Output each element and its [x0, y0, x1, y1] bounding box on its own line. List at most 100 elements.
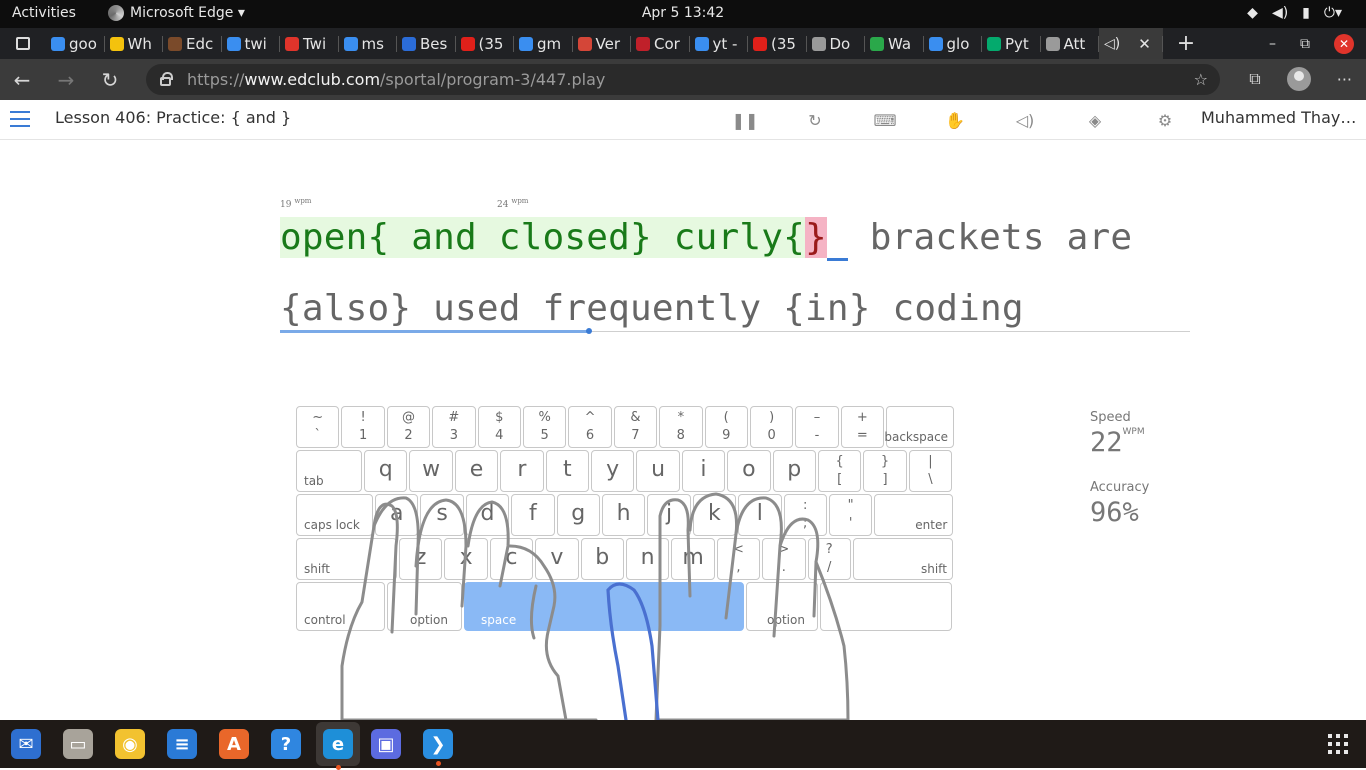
key[interactable]: x [444, 538, 488, 580]
forward-button[interactable]: → [44, 68, 88, 92]
key[interactable]: ? / [807, 538, 851, 580]
key[interactable]: y [590, 450, 635, 492]
hamburger-menu-icon[interactable] [10, 111, 30, 127]
lock-icon[interactable] [160, 72, 173, 86]
key[interactable]: ) 0 [749, 406, 794, 448]
key[interactable]: m [671, 538, 715, 580]
hand-icon[interactable]: ✋ [920, 106, 990, 134]
key[interactable]: * 8 [659, 406, 703, 448]
key[interactable]: {[ [817, 450, 862, 492]
key[interactable]: ~ ` [296, 406, 340, 448]
browser-tab[interactable]: Bes [397, 28, 456, 59]
browser-tab[interactable]: ms [339, 28, 398, 59]
browser-tab[interactable]: Pyt [982, 28, 1041, 59]
key[interactable]: s [420, 494, 464, 536]
profile-avatar[interactable] [1286, 67, 1311, 91]
refresh-button[interactable]: ↻ [88, 68, 132, 92]
browser-tab[interactable]: Ver [573, 28, 632, 59]
key[interactable]: ^ 6 [568, 406, 612, 448]
key[interactable]: o [727, 450, 771, 492]
key[interactable]: v [535, 538, 579, 580]
browser-tab[interactable]: yt - [690, 28, 749, 59]
browser-tab[interactable]: (35 [748, 28, 807, 59]
new-tab-button[interactable]: + [1163, 28, 1209, 59]
edge-icon[interactable]: e [316, 722, 360, 770]
writer-icon[interactable]: ≡ [164, 726, 200, 762]
browser-tab[interactable]: goo [46, 28, 105, 59]
key[interactable]: }] [863, 450, 907, 492]
key[interactable]: z [399, 538, 443, 580]
key[interactable]: j [647, 494, 691, 536]
key[interactable]: >. [762, 538, 806, 580]
sound-icon[interactable]: ◁) [990, 106, 1060, 134]
close-window-icon[interactable]: ✕ [1334, 33, 1354, 54]
tab-active-audio[interactable]: ◁) ✕ [1099, 28, 1163, 59]
key-shift-left[interactable]: shift [296, 538, 397, 580]
key[interactable]: q [364, 450, 408, 492]
key[interactable]: #3 [432, 406, 476, 448]
browser-tab[interactable]: Twi [280, 28, 339, 59]
thunderbird-icon[interactable]: ✉ [8, 726, 44, 762]
clock[interactable]: Apr 5 13:42 [0, 5, 1366, 21]
key[interactable]: r [500, 450, 544, 492]
key[interactable]: p [772, 450, 816, 492]
key[interactable]: :; [783, 494, 827, 536]
browser-tab[interactable]: twi [222, 28, 281, 59]
browser-tab[interactable]: glo [924, 28, 983, 59]
minimize-icon[interactable]: – [1269, 36, 1276, 52]
software-icon[interactable]: A [216, 726, 252, 762]
typing-area[interactable]: 19 wpm 24 wpm open{ and closed} curly{} … [280, 195, 1190, 340]
settings-icon[interactable]: ⚙ [1130, 106, 1200, 134]
key[interactable]: @2 [386, 406, 431, 448]
key-caps-lock[interactable]: caps lock [296, 494, 373, 536]
key[interactable]: " ' [828, 494, 873, 536]
key[interactable]: ! 1 [341, 406, 385, 448]
screenshot-icon[interactable]: ▣ [368, 726, 404, 762]
key-option-left[interactable]: option [387, 582, 462, 631]
key-tab[interactable]: tab [296, 450, 362, 492]
pause-icon[interactable]: ❚❚ [710, 106, 780, 134]
restore-icon[interactable]: ⧉ [1300, 36, 1310, 52]
key[interactable]: a [375, 494, 419, 536]
key[interactable]: $4 [477, 406, 521, 448]
key-backspace[interactable]: backspace [884, 406, 955, 448]
key[interactable]: d [465, 494, 510, 536]
vscode-icon[interactable]: ❯ [420, 726, 456, 766]
key[interactable]: c [489, 538, 534, 580]
tab-actions-button[interactable] [0, 28, 46, 59]
key[interactable]: n [625, 538, 670, 580]
collections-icon[interactable]: ⧉ [1249, 69, 1260, 89]
browser-tab[interactable]: Wa [865, 28, 924, 59]
rhythmbox-icon[interactable]: ◉ [112, 726, 148, 762]
key[interactable]: – - [795, 406, 839, 448]
browser-tab[interactable]: Do [807, 28, 866, 59]
more-menu-icon[interactable]: ··· [1337, 70, 1352, 89]
key-control[interactable]: control [296, 582, 385, 631]
restart-icon[interactable]: ↻ [780, 106, 850, 134]
key[interactable]: + = [840, 406, 885, 448]
browser-tab[interactable]: Edc [163, 28, 222, 59]
key[interactable]: & 7 [613, 406, 658, 448]
close-tab-icon[interactable]: ✕ [1138, 35, 1151, 53]
key-space[interactable]: space [464, 582, 744, 631]
key[interactable]: b [580, 538, 624, 580]
key[interactable]: <, [716, 538, 761, 580]
browser-tab[interactable]: gm [514, 28, 573, 59]
key-blank[interactable] [820, 582, 952, 631]
key[interactable]: k [692, 494, 737, 536]
key[interactable]: e [454, 450, 499, 492]
add-favorite-icon[interactable]: ☆ [1194, 70, 1208, 89]
url-field[interactable]: https://www.edclub.com/sportal/program-3… [146, 64, 1220, 95]
browser-tab[interactable]: Att [1041, 28, 1100, 59]
key-shift-right[interactable]: shift [852, 538, 953, 580]
files-icon[interactable]: ▭ [60, 726, 96, 762]
key[interactable]: h [601, 494, 646, 536]
user-name[interactable]: Muhammed Thay… [1201, 108, 1361, 127]
browser-tab[interactable]: Cor [631, 28, 690, 59]
key[interactable]: l [738, 494, 782, 536]
key[interactable]: f [511, 494, 555, 536]
help-icon[interactable]: ? [268, 726, 304, 762]
key-enter[interactable]: enter [874, 494, 954, 536]
system-tray[interactable]: ◆ ◀) ▮ ⏻▾ [1247, 5, 1342, 21]
key[interactable]: (9 [704, 406, 748, 448]
